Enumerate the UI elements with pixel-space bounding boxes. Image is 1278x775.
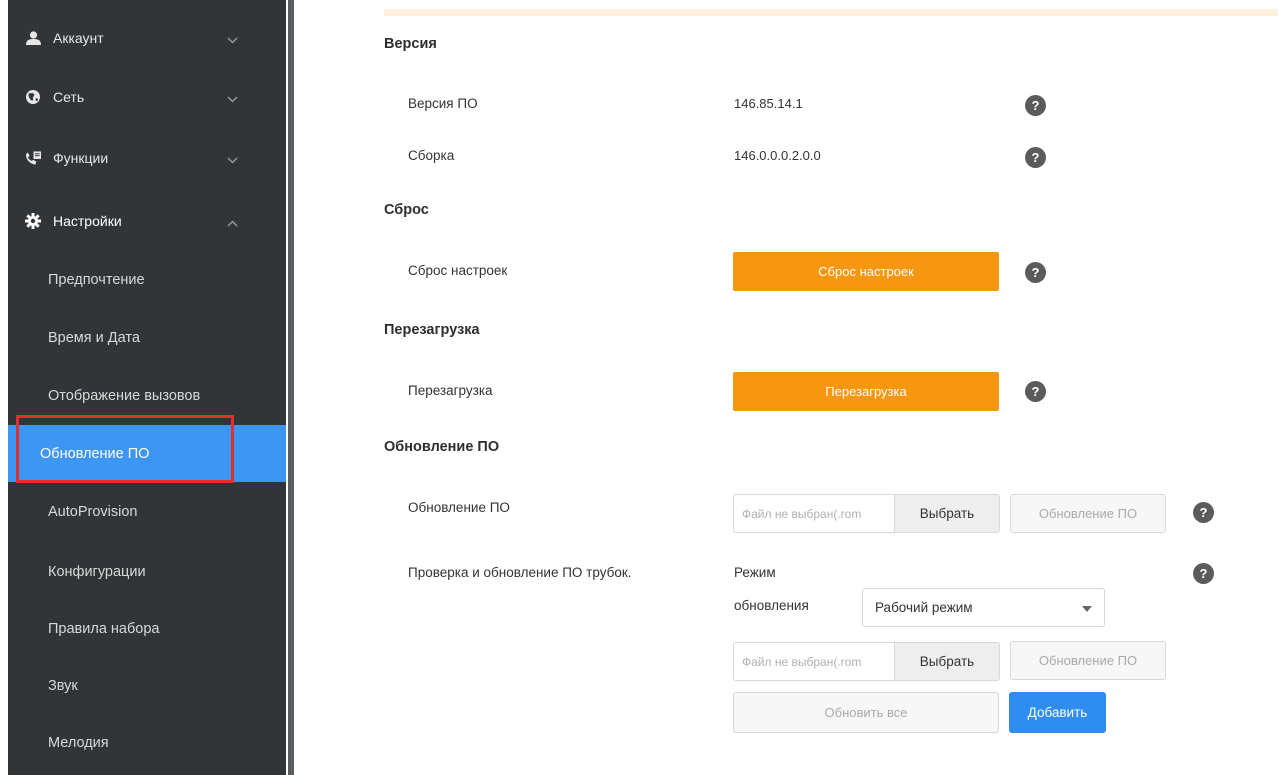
globe-icon <box>25 89 41 105</box>
file-name-placeholder: Файл не выбран(.rom <box>742 654 862 669</box>
sidebar: Аккаунт Сеть Функции Настройки Предпочте… <box>8 0 294 775</box>
handset-upgrade-button[interactable]: Обновление ПО <box>1010 641 1166 680</box>
firmware-file-picker[interactable]: Файл не выбран(.rom Выбрать <box>733 494 1000 533</box>
sidebar-item-configurations[interactable]: Конфигурации <box>8 543 288 600</box>
help-icon[interactable]: ? <box>1025 262 1046 283</box>
gear-icon <box>25 213 41 229</box>
chevron-down-icon <box>227 90 238 106</box>
caret-down-icon <box>1082 606 1092 612</box>
build-label: Сборка <box>408 148 455 163</box>
sidebar-item-autoprovision[interactable]: AutoProvision <box>8 483 288 540</box>
sidebar-item-label: Мелодия <box>48 734 109 751</box>
phone-book-icon <box>25 150 41 166</box>
section-title-version: Версия <box>384 36 437 52</box>
sidebar-item-label: AutoProvision <box>48 503 138 520</box>
sidebar-group-settings[interactable]: Настройки <box>8 192 288 250</box>
help-icon[interactable]: ? <box>1025 147 1046 168</box>
sidebar-item-label: Правила набора <box>48 620 160 637</box>
sidebar-group-label: Настройки <box>53 213 122 229</box>
add-button[interactable]: Добавить <box>1009 692 1106 733</box>
user-icon <box>25 30 41 46</box>
chevron-up-icon <box>227 214 238 230</box>
sidebar-item-label: Предпочтение <box>48 271 145 288</box>
chevron-down-icon <box>227 31 238 47</box>
firmware-version-label: Версия ПО <box>408 96 478 111</box>
upgrade-mode-value: Рабочий режим <box>875 600 973 615</box>
handset-upgrade-label: Проверка и обновление ПО трубок. <box>408 565 632 580</box>
upgrade-mode-select[interactable]: Рабочий режим <box>862 588 1105 627</box>
choose-file-button[interactable]: Выбрать <box>894 495 999 532</box>
sidebar-item-label: Звук <box>48 677 78 694</box>
handset-file-picker[interactable]: Файл не выбран(.rom Выбрать <box>733 642 1000 681</box>
mode-label-line2: обновления <box>734 598 809 613</box>
mode-label-line1: Режим <box>734 565 776 580</box>
sidebar-item-label: Время и Дата <box>48 329 140 346</box>
section-title-reboot: Перезагрузка <box>384 322 480 338</box>
help-icon[interactable]: ? <box>1193 563 1214 584</box>
sidebar-group-features[interactable]: Функции <box>8 129 288 187</box>
choose-file-button[interactable]: Выбрать <box>894 643 999 680</box>
sidebar-group-account[interactable]: Аккаунт <box>8 9 288 67</box>
upgrade-button[interactable]: Обновление ПО <box>1010 494 1166 533</box>
sidebar-group-network[interactable]: Сеть <box>8 68 288 126</box>
sidebar-item-call-display[interactable]: Отображение вызовов <box>8 367 288 424</box>
sidebar-item-preference[interactable]: Предпочтение <box>8 251 288 308</box>
sidebar-scrollbar[interactable] <box>288 0 294 775</box>
firmware-version-value: 146.85.14.1 <box>734 96 803 111</box>
sidebar-item-time-date[interactable]: Время и Дата <box>8 309 288 366</box>
sidebar-group-label: Сеть <box>53 89 85 105</box>
file-name-placeholder: Файл не выбран(.rom <box>742 506 862 521</box>
reboot-button[interactable]: Перезагрузка <box>733 372 999 411</box>
reboot-label: Перезагрузка <box>408 383 493 398</box>
notice-bar <box>384 9 1278 16</box>
section-title-upgrade: Обновление ПО <box>384 439 500 455</box>
sidebar-group-label: Аккаунт <box>53 30 104 46</box>
reset-button[interactable]: Сброс настроек <box>733 252 999 291</box>
sidebar-item-label: Конфигурации <box>48 563 146 580</box>
help-icon[interactable]: ? <box>1025 95 1046 116</box>
sidebar-group-label: Функции <box>53 150 109 166</box>
sidebar-item-sound[interactable]: Звук <box>8 657 288 714</box>
chevron-down-icon <box>227 151 238 167</box>
build-value: 146.0.0.0.2.0.0 <box>734 148 821 163</box>
section-title-reset: Сброс <box>384 202 429 218</box>
sidebar-item-label: Отображение вызовов <box>48 387 201 404</box>
sidebar-item-label: Обновление ПО <box>40 445 150 462</box>
sidebar-item-dial-plan[interactable]: Правила набора <box>8 600 288 657</box>
help-icon[interactable]: ? <box>1193 502 1214 523</box>
reset-label: Сброс настроек <box>408 263 508 278</box>
sidebar-item-firmware-update[interactable]: Обновление ПО <box>8 425 286 482</box>
update-all-button[interactable]: Обновить все <box>733 692 999 733</box>
upgrade-label: Обновление ПО <box>408 500 510 515</box>
sidebar-item-ringtone[interactable]: Мелодия <box>8 714 288 771</box>
help-icon[interactable]: ? <box>1025 381 1046 402</box>
left-gutter <box>0 0 8 775</box>
